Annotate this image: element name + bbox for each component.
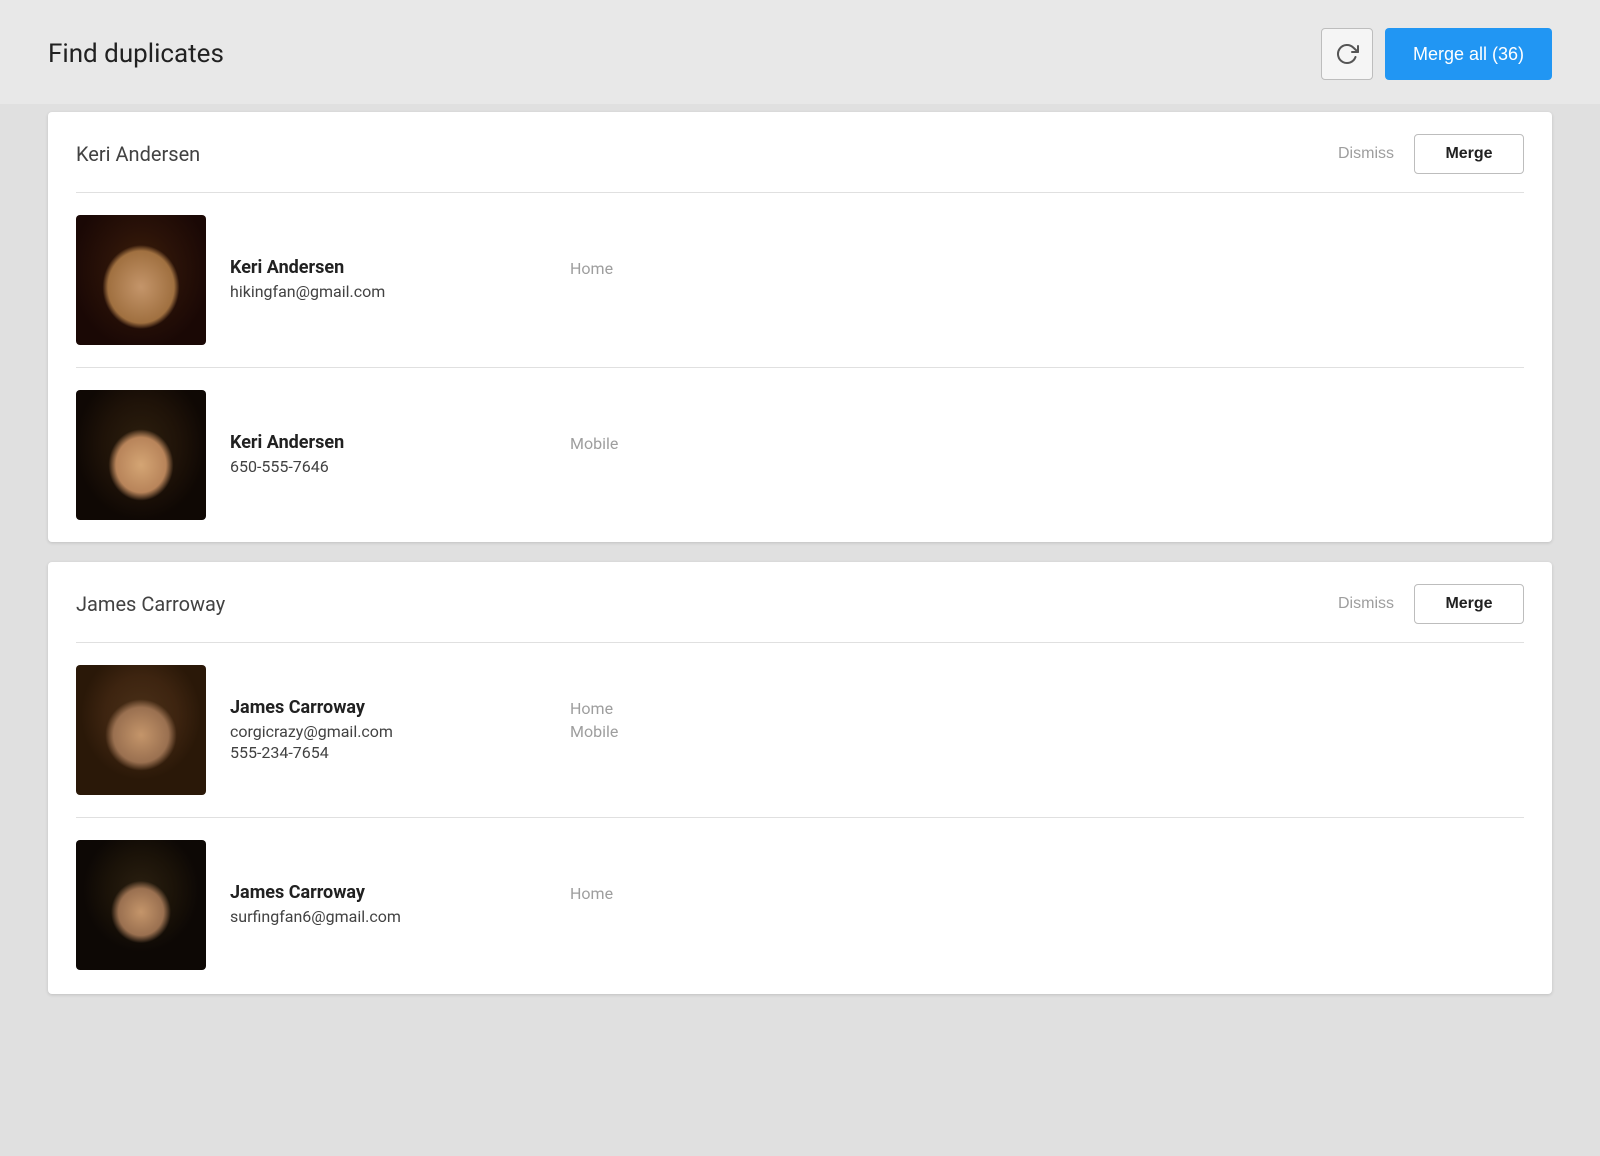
contact-email-keri1: hikingfan@gmail.com [230,282,570,301]
contact-name-james1: James Carroway [230,697,570,718]
content-area: Keri Andersen Dismiss Merge Keri Anderse… [0,104,1600,1034]
contact-labels-james1: Home Mobile [570,699,618,741]
card-title-keri: Keri Andersen [76,142,200,166]
contact-info-keri1: Keri Andersen hikingfan@gmail.com Home [230,257,1524,303]
contact-name-james2: James Carroway [230,882,570,903]
page-title: Find duplicates [48,39,224,69]
contact-label-keri1-1: Home [570,259,613,278]
contact-info-james1: James Carroway corgicrazy@gmail.com 555-… [230,697,1524,764]
contact-email-james2: surfingfan6@gmail.com [230,907,570,926]
contact-phone-keri2: 650-555-7646 [230,457,570,476]
card-title-james: James Carroway [76,592,225,616]
contact-label-keri2-1: Mobile [570,434,618,453]
contact-labels-james2: Home [570,884,613,903]
header-actions: Merge all (36) [1321,28,1552,80]
contact-details-keri1: Keri Andersen hikingfan@gmail.com [230,257,570,303]
contact-label-james2-1: Home [570,884,613,903]
card-header-keri: Keri Andersen Dismiss Merge [48,112,1552,192]
contact-phone-james1: 555-234-7654 [230,743,570,762]
contact-email-james1: corgicrazy@gmail.com [230,722,570,741]
duplicate-card-james-carroway: James Carroway Dismiss Merge James Carro… [48,562,1552,994]
contact-info-james2: James Carroway surfingfan6@gmail.com Hom… [230,882,1524,928]
contact-row-james1: James Carroway corgicrazy@gmail.com 555-… [48,643,1552,817]
contact-info-keri2: Keri Andersen 650-555-7646 Mobile [230,432,1524,478]
contact-details-james1: James Carroway corgicrazy@gmail.com 555-… [230,697,570,764]
merge-button-keri[interactable]: Merge [1414,134,1524,174]
refresh-button[interactable] [1321,28,1373,80]
contact-labels-keri1: Home [570,259,613,278]
avatar-keri1 [76,215,206,345]
contact-label-james1-1: Home [570,699,618,718]
contact-row-keri2: Keri Andersen 650-555-7646 Mobile [48,368,1552,542]
contact-labels-keri2: Mobile [570,434,618,453]
page-header: Find duplicates Merge all (36) [0,0,1600,104]
card-header-james: James Carroway Dismiss Merge [48,562,1552,642]
avatar-james2 [76,840,206,970]
contact-row-james2: James Carroway surfingfan6@gmail.com Hom… [48,818,1552,994]
contact-details-keri2: Keri Andersen 650-555-7646 [230,432,570,478]
contact-label-james1-2: Mobile [570,722,618,741]
merge-button-james[interactable]: Merge [1414,584,1524,624]
dismiss-button-keri[interactable]: Dismiss [1338,145,1394,163]
avatar-keri2 [76,390,206,520]
avatar-james1 [76,665,206,795]
contact-row-keri1: Keri Andersen hikingfan@gmail.com Home [48,193,1552,367]
card-actions-james: Dismiss Merge [1338,584,1524,624]
contact-name-keri2: Keri Andersen [230,432,570,453]
merge-all-button[interactable]: Merge all (36) [1385,28,1552,80]
contact-name-keri1: Keri Andersen [230,257,570,278]
card-actions-keri: Dismiss Merge [1338,134,1524,174]
duplicate-card-keri-andersen: Keri Andersen Dismiss Merge Keri Anderse… [48,112,1552,542]
dismiss-button-james[interactable]: Dismiss [1338,595,1394,613]
contact-details-james2: James Carroway surfingfan6@gmail.com [230,882,570,928]
